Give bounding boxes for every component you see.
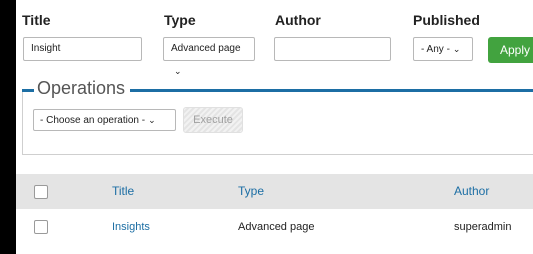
column-header-type[interactable]: Type (238, 174, 264, 209)
table-header: Title Type Author (16, 174, 533, 209)
execute-button[interactable]: Execute (183, 107, 243, 133)
chevron-down-icon: ⌄ (174, 66, 182, 76)
operations-legend-line-right (130, 89, 533, 92)
column-header-author[interactable]: Author (454, 174, 489, 209)
chevron-down-icon: ⌄ (148, 115, 156, 125)
operation-select-value: - Choose an operation - (40, 115, 146, 126)
column-header-title[interactable]: Title (112, 174, 134, 209)
row-select-checkbox[interactable] (34, 220, 48, 234)
published-filter-select[interactable]: - Any - ⌄ (413, 37, 473, 61)
apply-button[interactable]: Apply (488, 37, 533, 63)
title-filter-input[interactable]: Insight (23, 37, 142, 61)
row-title-link[interactable]: Insights (112, 209, 150, 245)
published-filter-value: - Any - (421, 44, 450, 55)
content-admin-view: Title Type Author Published Insight Adva… (16, 0, 533, 254)
operation-select[interactable]: - Choose an operation - ⌄ (33, 109, 176, 131)
title-filter-value: Insight (31, 43, 61, 54)
author-filter-input[interactable] (274, 37, 391, 61)
author-filter-label: Author (275, 12, 321, 28)
type-filter-select[interactable]: Advanced page ⌄ (163, 37, 255, 76)
table-row: Insights Advanced page superadmin (16, 209, 533, 245)
type-filter-label: Type (164, 12, 196, 28)
type-filter-value: Advanced page (171, 43, 241, 54)
row-type: Advanced page (238, 221, 315, 233)
title-filter-label: Title (22, 12, 51, 28)
operations-legend: Operations (35, 78, 128, 99)
operations-legend-line-left (22, 89, 34, 92)
select-all-checkbox[interactable] (34, 185, 48, 199)
chevron-down-icon: ⌄ (452, 44, 461, 54)
row-author: superadmin (454, 221, 512, 233)
published-filter-label: Published (413, 12, 480, 28)
